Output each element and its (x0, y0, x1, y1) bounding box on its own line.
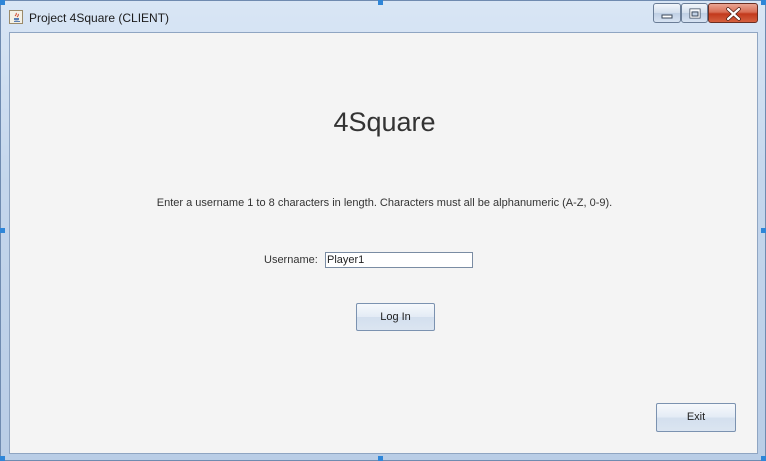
close-icon (726, 7, 741, 21)
resize-handle-top-left[interactable] (0, 0, 5, 5)
username-input[interactable] (325, 252, 473, 268)
login-panel: 4Square Enter a username 1 to 8 characte… (9, 32, 758, 454)
page-title: 4Square (333, 107, 436, 137)
window-title: Project 4Square (CLIENT) (29, 11, 170, 25)
resize-handle-bottom-right[interactable] (761, 456, 766, 461)
resize-handle-bottom[interactable] (378, 456, 383, 461)
resize-handle-bottom-left[interactable] (0, 456, 5, 461)
resize-handle-top[interactable] (378, 0, 383, 5)
resize-handle-top-right[interactable] (761, 0, 766, 5)
title-bar[interactable]: Project 4Square (CLIENT) (1, 1, 765, 33)
minimize-button[interactable] (653, 3, 681, 23)
login-button[interactable]: Log In (356, 303, 435, 331)
resize-handle-right[interactable] (761, 228, 766, 233)
resize-handle-left[interactable] (0, 228, 5, 233)
exit-button[interactable]: Exit (656, 403, 736, 432)
username-instructions: Enter a username 1 to 8 characters in le… (156, 197, 613, 209)
maximize-button[interactable] (681, 3, 708, 23)
close-button[interactable] (708, 3, 758, 23)
username-label: Username: (264, 254, 318, 266)
maximize-icon (689, 8, 701, 19)
minimize-icon (661, 14, 673, 19)
java-icon[interactable] (9, 10, 23, 24)
app-window: Project 4Square (CLIENT) 4Square Enter a… (0, 0, 766, 461)
